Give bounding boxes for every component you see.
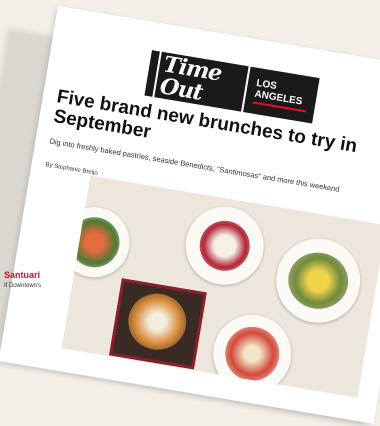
sidebar-text: If Downtown's [4,283,42,289]
article-byline: By Stephanie Breijo | [45,162,103,178]
brunch-photo [61,175,380,398]
plate-salad [61,201,135,283]
food-benedict [284,248,353,314]
plate-pastry [179,200,270,291]
plate-benedict [269,232,367,330]
byline-author: By Stephanie Breijo [45,162,99,177]
food-toast [221,322,284,385]
food-skillet [124,289,191,355]
dish-tray [109,278,207,370]
logo-city: LOS ANGELES [252,77,311,113]
plate-toast [207,308,298,398]
food-salad [65,213,124,272]
magazine-page: Time Out LOS ANGELES Five brand new brun… [0,6,380,424]
sidebar-title[interactable]: Santuari [4,270,40,280]
food-berries [195,217,254,275]
